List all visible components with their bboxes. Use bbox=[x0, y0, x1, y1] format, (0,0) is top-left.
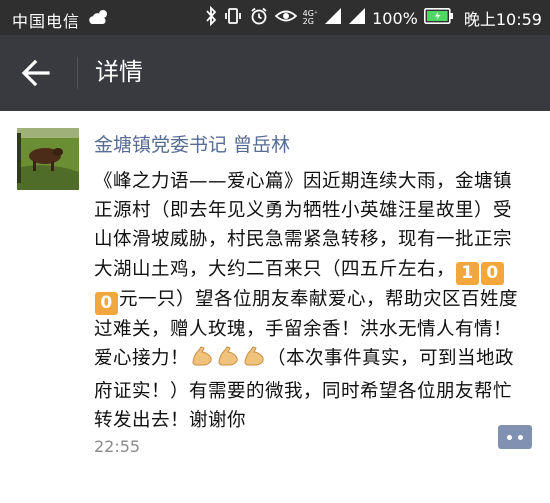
avatar-image bbox=[17, 128, 79, 190]
number-badge-1: 1 bbox=[456, 261, 480, 285]
post-text-part-1: 《峰之力语——爱心篇》因近期连续大雨，金塘镇正源村（即去年见义勇为牺牲小英雄汪星… bbox=[94, 171, 513, 280]
flexed-biceps-icon bbox=[216, 344, 240, 377]
back-arrow-icon bbox=[21, 59, 50, 87]
number-badge-0: 0 bbox=[95, 291, 118, 315]
clock-time: 晚上10:59 bbox=[463, 10, 542, 29]
comment-menu-button[interactable] bbox=[498, 425, 532, 449]
back-button[interactable] bbox=[18, 57, 54, 89]
network-type-indicator: 4G⁺ 2G bbox=[303, 10, 319, 26]
flexed-biceps-icon bbox=[190, 344, 214, 377]
status-bar: 中国电信 4G⁺ 2G 100% 晚上10:59 bbox=[0, 0, 550, 35]
bluetooth-icon bbox=[205, 5, 217, 30]
number-badge-0: 0 bbox=[481, 261, 505, 285]
battery-percent: 100% bbox=[372, 8, 418, 28]
weather-cloud-icon bbox=[88, 7, 110, 31]
network-2g-label: 2G bbox=[302, 17, 314, 26]
alarm-clock-icon bbox=[249, 6, 269, 30]
signal-icon bbox=[324, 7, 342, 29]
dot-icon bbox=[507, 435, 512, 440]
avatar[interactable] bbox=[17, 128, 79, 190]
battery-icon bbox=[423, 8, 454, 28]
post-timestamp: 22:55 bbox=[94, 437, 141, 456]
page-title: 详情 bbox=[95, 58, 143, 86]
signal-2-icon bbox=[348, 7, 366, 29]
title-divider bbox=[77, 57, 78, 89]
post-content: 《峰之力语——爱心篇》因近期连续大雨，金塘镇正源村（即去年见义勇为牺牲小英雄汪星… bbox=[94, 167, 529, 435]
carrier-label: 中国电信 bbox=[12, 12, 81, 31]
dot-icon bbox=[518, 435, 523, 440]
eye-icon bbox=[274, 6, 297, 30]
title-bar: 详情 bbox=[0, 35, 550, 111]
vibrate-icon bbox=[223, 6, 243, 30]
post-author-name[interactable]: 金塘镇党委书记 曾岳林 bbox=[94, 131, 290, 159]
flexed-biceps-icon bbox=[242, 344, 266, 377]
